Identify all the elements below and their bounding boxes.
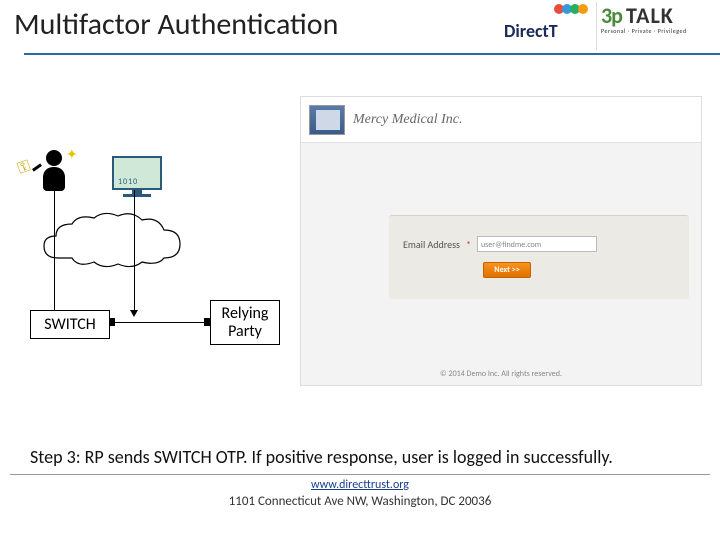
site-copyright: © 2014 Demo Inc. All rights reserved. (301, 369, 701, 379)
site-logo-thumb (309, 105, 345, 135)
talk-logo-sp: 3p (601, 2, 622, 29)
next-button[interactable]: Next >> (483, 262, 531, 278)
computer-icon (112, 156, 162, 198)
switch-node: SWITCH (30, 310, 110, 339)
email-label: Email Address (403, 238, 460, 251)
login-form-panel: Email Address * user@findme.com Next >> (389, 215, 689, 299)
footer-divider (10, 474, 710, 475)
login-screenshot: Mercy Medical Inc. Email Address * user@… (300, 96, 702, 386)
arrow-line (54, 190, 55, 312)
arrow-head-icon (130, 310, 138, 317)
email-field[interactable]: user@findme.com (477, 236, 597, 252)
auth-flow-diagram: ⚿ ✦ SWITCH Relying Party (30, 150, 270, 340)
directtrust-logo: DirectT (500, 2, 590, 44)
header-divider (24, 53, 720, 55)
talk-logo: 3pTALK Personal · Private · Privileged (596, 2, 706, 50)
arrow-line (114, 322, 206, 323)
required-mark: * (466, 238, 471, 251)
talk-logo-tagline: Personal · Private · Privileged (601, 27, 706, 35)
logo-group: DirectT 3pTALK Personal · Private · Priv… (500, 2, 706, 50)
step-caption: Step 3: RP sends SWITCH OTP. If positive… (30, 446, 702, 468)
slide-header: Multifactor Authentication DirectT 3pTAL… (0, 0, 720, 70)
flash-icon: ✦ (66, 146, 78, 163)
relying-party-node: Relying Party (210, 300, 280, 345)
footer-address: 1101 Connecticut Ave NW, Washington, DC … (0, 494, 720, 509)
arrow-line (134, 190, 135, 312)
key-icon: ⚿ (15, 156, 33, 178)
site-header: Mercy Medical Inc. (301, 97, 701, 143)
directtrust-logo-text: DirectT (504, 20, 558, 42)
talk-logo-word: TALK (626, 2, 674, 29)
cloud-icon (38, 210, 188, 272)
footer-link[interactable]: www.directtrust.org (0, 478, 720, 492)
site-brand: Mercy Medical Inc. (353, 112, 462, 128)
